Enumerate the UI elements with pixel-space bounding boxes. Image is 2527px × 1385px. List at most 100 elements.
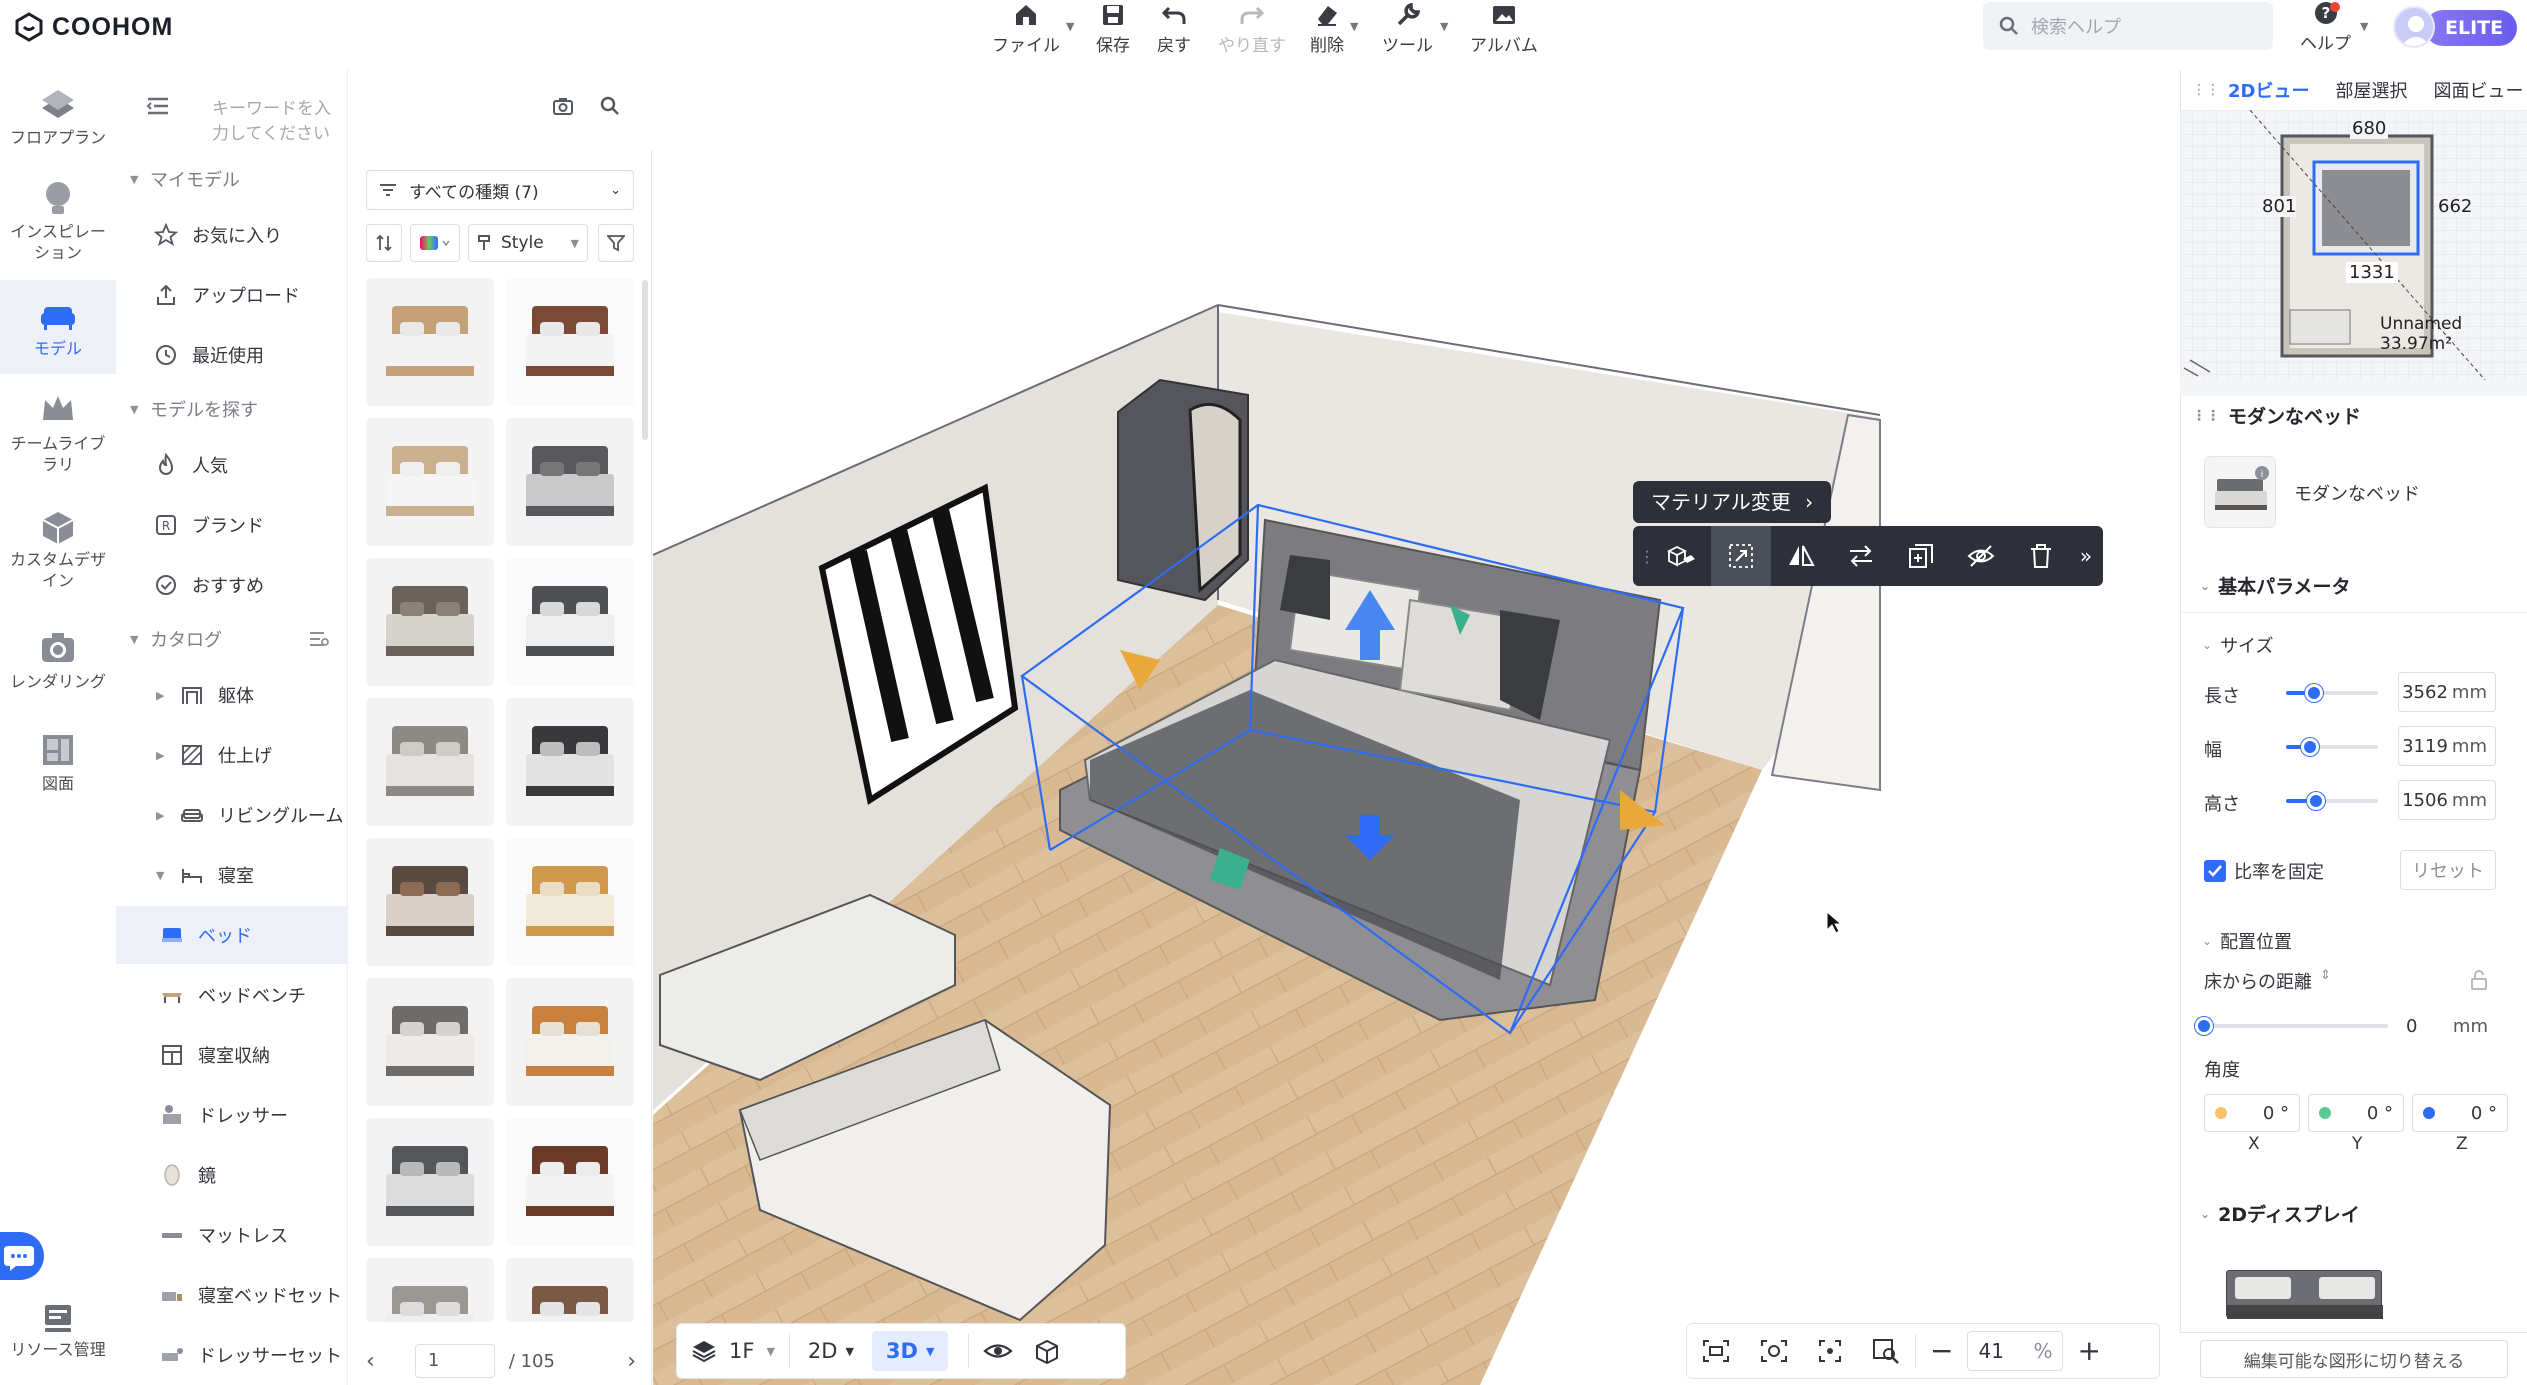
rail-floorplan[interactable]: フロアプラン bbox=[0, 84, 116, 170]
model-thumbnail[interactable] bbox=[366, 558, 494, 686]
zoom-input[interactable]: 41 % bbox=[1967, 1331, 2064, 1371]
my-models-header[interactable]: ▼ マイモデル bbox=[116, 166, 240, 192]
replace-model-button[interactable] bbox=[1651, 526, 1711, 586]
catalog-item-popular[interactable]: 人気 bbox=[116, 436, 348, 494]
tab-drawing-view[interactable]: 図面ビュー bbox=[2433, 77, 2523, 103]
3d-viewport[interactable] bbox=[653, 70, 2178, 1385]
catalog-item-bedroom[interactable]: ▼ 寝室 bbox=[116, 846, 348, 904]
swap-button[interactable] bbox=[1831, 526, 1891, 586]
catalog-item-brand[interactable]: R ブランド bbox=[116, 496, 348, 554]
model-list-scrollbar[interactable] bbox=[642, 280, 648, 440]
angle-x-input[interactable]: 0 ° bbox=[2204, 1094, 2300, 1132]
size-header[interactable]: ⌄ サイズ bbox=[2202, 632, 2274, 658]
image-search-icon[interactable] bbox=[552, 96, 574, 116]
height-slider[interactable] bbox=[2286, 792, 2378, 810]
delete-button[interactable]: 削除 bbox=[1310, 2, 1344, 56]
tab-2d-view[interactable]: 2Dビュー bbox=[2228, 77, 2309, 103]
unlock-icon[interactable] bbox=[2470, 970, 2488, 990]
model-thumbnail[interactable] bbox=[506, 978, 634, 1106]
focus-button[interactable] bbox=[1803, 1338, 1857, 1364]
drag-handle-icon[interactable]: ⋮⋮ bbox=[2192, 82, 2220, 98]
width-input[interactable]: 3119 mm bbox=[2398, 726, 2496, 766]
undo-button[interactable]: 戻す bbox=[1157, 2, 1191, 56]
page-number-input[interactable]: 1 bbox=[414, 1344, 495, 1378]
catalog-settings-icon[interactable] bbox=[308, 630, 330, 648]
rail-custom-design[interactable]: カスタムデザイン bbox=[0, 506, 116, 610]
model-thumbnail[interactable] bbox=[506, 838, 634, 966]
floor-selector[interactable]: 1F ▼ bbox=[677, 1339, 789, 1363]
save-button[interactable]: 保存 bbox=[1096, 2, 1130, 56]
angle-z-input[interactable]: 0 ° bbox=[2412, 1094, 2508, 1132]
user-avatar[interactable] bbox=[2393, 6, 2435, 48]
slider-knob[interactable] bbox=[2195, 1017, 2213, 1035]
hide-button[interactable] bbox=[1951, 526, 2011, 586]
model-thumbnail[interactable] bbox=[366, 418, 494, 546]
drag-handle-icon[interactable]: ⋮⋮ bbox=[2192, 408, 2220, 424]
rail-model[interactable]: モデル bbox=[0, 280, 116, 374]
catalog-item-dresser[interactable]: ドレッサー bbox=[116, 1086, 348, 1144]
model-thumbnail[interactable] bbox=[366, 978, 494, 1106]
zoom-out-button[interactable]: − bbox=[1916, 1337, 1967, 1365]
keyword-search-input[interactable]: キーワードを入力してください bbox=[212, 94, 347, 144]
angle-y-input[interactable]: 0 ° bbox=[2308, 1094, 2404, 1132]
zoom-in-button[interactable]: + bbox=[2063, 1337, 2114, 1365]
elite-badge[interactable]: ELITE bbox=[2425, 10, 2518, 46]
visibility-button[interactable] bbox=[969, 1340, 1027, 1362]
help-button[interactable]: ? ヘルプ bbox=[2300, 0, 2351, 54]
reset-button[interactable]: リセット bbox=[2400, 850, 2496, 890]
more-actions-icon[interactable]: » bbox=[2071, 526, 2101, 586]
rail-rendering[interactable]: レンダリング bbox=[0, 628, 116, 714]
model-thumbnail[interactable] bbox=[366, 278, 494, 406]
object-thumbnail[interactable]: i bbox=[2204, 456, 2276, 528]
rail-team-library[interactable]: チームライブラリ bbox=[0, 390, 116, 490]
drag-handle-icon[interactable]: ⋮ bbox=[1639, 547, 1655, 566]
catalog-item-upload[interactable]: アップロード bbox=[116, 266, 348, 324]
view-settings-button[interactable] bbox=[1745, 1338, 1803, 1364]
length-slider[interactable] bbox=[2286, 684, 2378, 702]
catalog-item-mattress[interactable]: マットレス bbox=[116, 1206, 348, 1264]
model-thumbnail[interactable] bbox=[506, 698, 634, 826]
delete-object-button[interactable] bbox=[2011, 526, 2071, 586]
rail-drawings[interactable]: 図面 bbox=[0, 730, 116, 810]
delete-caret-icon[interactable]: ▼ bbox=[1350, 20, 1358, 33]
placement-header[interactable]: ⌄ 配置位置 bbox=[2202, 928, 2292, 954]
search-icon[interactable] bbox=[600, 96, 620, 116]
collapse-panel-icon[interactable] bbox=[146, 96, 170, 116]
catalog-item-bedroom-storage[interactable]: 寝室収納 bbox=[116, 1026, 348, 1084]
width-slider[interactable] bbox=[2286, 738, 2378, 756]
catalog-item-bed[interactable]: ベッド bbox=[116, 906, 348, 964]
catalog-item-favorites[interactable]: お気に入り bbox=[116, 206, 348, 264]
advanced-filter-button[interactable] bbox=[598, 224, 634, 262]
help-caret-icon[interactable]: ▼ bbox=[2360, 20, 2368, 33]
sort-button[interactable] bbox=[366, 224, 402, 262]
switch-editable-shape-button[interactable]: 編集可能な図形に切り替える bbox=[2200, 1340, 2508, 1378]
length-input[interactable]: 3562 mm bbox=[2398, 672, 2496, 712]
catalog-item-finish[interactable]: ▶ 仕上げ bbox=[116, 726, 348, 784]
catalog-item-bedroom-bed-set[interactable]: 寝室ベッドセット bbox=[116, 1266, 348, 1324]
height-input[interactable]: 1506 mm bbox=[2398, 780, 2496, 820]
next-page-button[interactable]: › bbox=[627, 1349, 636, 1374]
model-thumbnail[interactable] bbox=[506, 1118, 634, 1246]
model-thumbnail[interactable] bbox=[506, 278, 634, 406]
basic-params-header[interactable]: ⌄ 基本パラメータ bbox=[2200, 572, 2351, 599]
prev-page-button[interactable]: ‹ bbox=[366, 1349, 375, 1374]
floor-distance-selector[interactable]: 床からの距離 ⇕ bbox=[2204, 968, 2331, 994]
tools-caret-icon[interactable]: ▼ bbox=[1440, 20, 1448, 33]
chat-support-button[interactable] bbox=[0, 1232, 44, 1280]
model-thumbnail[interactable] bbox=[366, 698, 494, 826]
model-thumbnail[interactable] bbox=[506, 1258, 634, 1322]
file-menu-button[interactable]: ファイル bbox=[992, 2, 1060, 56]
mode-3d-button[interactable]: 3D ▼ bbox=[871, 1331, 949, 1371]
tab-room-select[interactable]: 部屋選択 bbox=[2335, 77, 2407, 103]
fit-room-button[interactable] bbox=[1687, 1338, 1745, 1364]
zoom-search-button[interactable] bbox=[1857, 1337, 1915, 1365]
coohom-logo[interactable]: COOHOM bbox=[14, 12, 173, 42]
catalog-item-bed-bench[interactable]: ベッドベンチ bbox=[116, 966, 348, 1024]
find-models-header[interactable]: ▼ モデルを探す bbox=[116, 396, 258, 422]
mirror-button[interactable] bbox=[1771, 526, 1831, 586]
floor-distance-input[interactable]: 0 mm bbox=[2398, 1006, 2496, 1046]
tools-menu-button[interactable]: ツール bbox=[1382, 2, 1433, 56]
scale-button[interactable] bbox=[1711, 526, 1771, 586]
rail-resource-management[interactable]: リソース管理 bbox=[0, 1302, 116, 1372]
minimap[interactable]: 680 801 662 1331 Unnamed 33.97m² bbox=[2180, 110, 2527, 380]
